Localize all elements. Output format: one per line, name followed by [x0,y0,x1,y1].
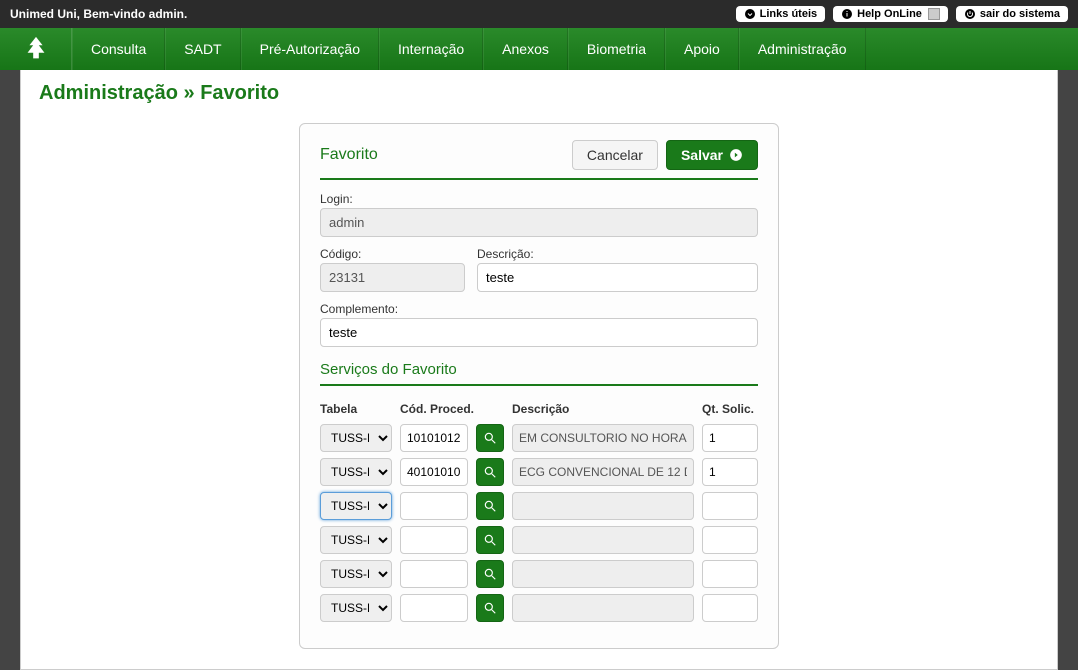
qt-solic-input[interactable] [702,560,758,588]
descricao-servico-input [512,594,694,622]
descricao-servico-input [512,458,694,486]
info-icon [841,8,853,20]
cod-proced-input[interactable] [400,526,468,554]
search-icon [483,567,497,581]
nav-item-anexos[interactable]: Anexos [483,28,568,70]
search-icon [483,533,497,547]
tabela-select[interactable]: TUSS-P [320,526,392,554]
nav-item-administra-o[interactable]: Administração [739,28,866,70]
links-uteis-button[interactable]: Links úteis [736,6,825,22]
tabela-select[interactable]: TUSS-P [320,594,392,622]
search-button[interactable] [476,458,504,486]
search-icon [483,601,497,615]
tabela-select[interactable]: TUSS-P [320,458,392,486]
service-row: TUSS-P [320,424,758,452]
nav-item-apoio[interactable]: Apoio [665,28,739,70]
nav-item-sadt[interactable]: SADT [165,28,240,70]
service-row: TUSS-P [320,594,758,622]
cod-proced-input[interactable] [400,492,468,520]
service-row: TUSS-P [320,492,758,520]
cancel-button[interactable]: Cancelar [572,140,658,170]
cod-proced-input[interactable] [400,458,468,486]
nav-item-biometria[interactable]: Biometria [568,28,665,70]
qt-solic-input[interactable] [702,458,758,486]
services-title: Serviços do Favorito [320,361,758,386]
tabela-select[interactable]: TUSS-P [320,560,392,588]
cod-proced-input[interactable] [400,594,468,622]
descricao-label: Descrição: [477,247,758,261]
search-button[interactable] [476,526,504,554]
logout-button[interactable]: sair do sistema [956,6,1068,22]
services-header: Tabela Cód. Proced. Descrição Qt. Solic. [320,402,758,416]
help-checkbox[interactable] [928,8,940,20]
login-input [320,208,758,237]
favorito-panel: Favorito Cancelar Salvar Login: Código: … [299,123,779,649]
descricao-servico-input [512,492,694,520]
search-icon [483,431,497,445]
complemento-label: Complemento: [320,302,758,316]
breadcrumb: Administração » Favorito [39,82,1039,105]
tree-logo-icon [21,34,51,64]
nav-item-pr-autoriza-o[interactable]: Pré-Autorização [241,28,379,70]
welcome-text: Unimed Uni, Bem-vindo admin. [10,7,736,21]
search-button[interactable] [476,492,504,520]
search-icon [483,499,497,513]
descricao-input[interactable] [477,263,758,292]
login-label: Login: [320,192,758,206]
codigo-input [320,263,465,292]
arrow-right-circle-icon [729,148,743,162]
search-button[interactable] [476,594,504,622]
arrow-down-circle-icon [744,8,756,20]
service-row: TUSS-P [320,560,758,588]
nav-item-interna-o[interactable]: Internação [379,28,483,70]
cod-proced-input[interactable] [400,560,468,588]
save-button[interactable]: Salvar [666,140,758,170]
power-icon [964,8,976,20]
nav-item-consulta[interactable]: Consulta [72,28,165,70]
qt-solic-input[interactable] [702,424,758,452]
panel-title: Favorito [320,146,378,164]
descricao-servico-input [512,560,694,588]
service-row: TUSS-P [320,526,758,554]
tabela-select[interactable]: TUSS-P [320,424,392,452]
search-button[interactable] [476,560,504,588]
complemento-input[interactable] [320,318,758,347]
descricao-servico-input [512,424,694,452]
qt-solic-input[interactable] [702,492,758,520]
qt-solic-input[interactable] [702,526,758,554]
codigo-label: Código: [320,247,465,261]
descricao-servico-input [512,526,694,554]
logo[interactable] [0,28,72,70]
navbar: ConsultaSADTPré-AutorizaçãoInternaçãoAne… [0,28,1078,70]
search-icon [483,465,497,479]
tabela-select[interactable]: TUSS-P [320,492,392,520]
service-row: TUSS-P [320,458,758,486]
help-online-button[interactable]: Help OnLine [833,6,948,22]
topbar: Unimed Uni, Bem-vindo admin. Links úteis… [0,0,1078,28]
cod-proced-input[interactable] [400,424,468,452]
page-content: Administração » Favorito Favorito Cancel… [20,70,1058,670]
search-button[interactable] [476,424,504,452]
qt-solic-input[interactable] [702,594,758,622]
